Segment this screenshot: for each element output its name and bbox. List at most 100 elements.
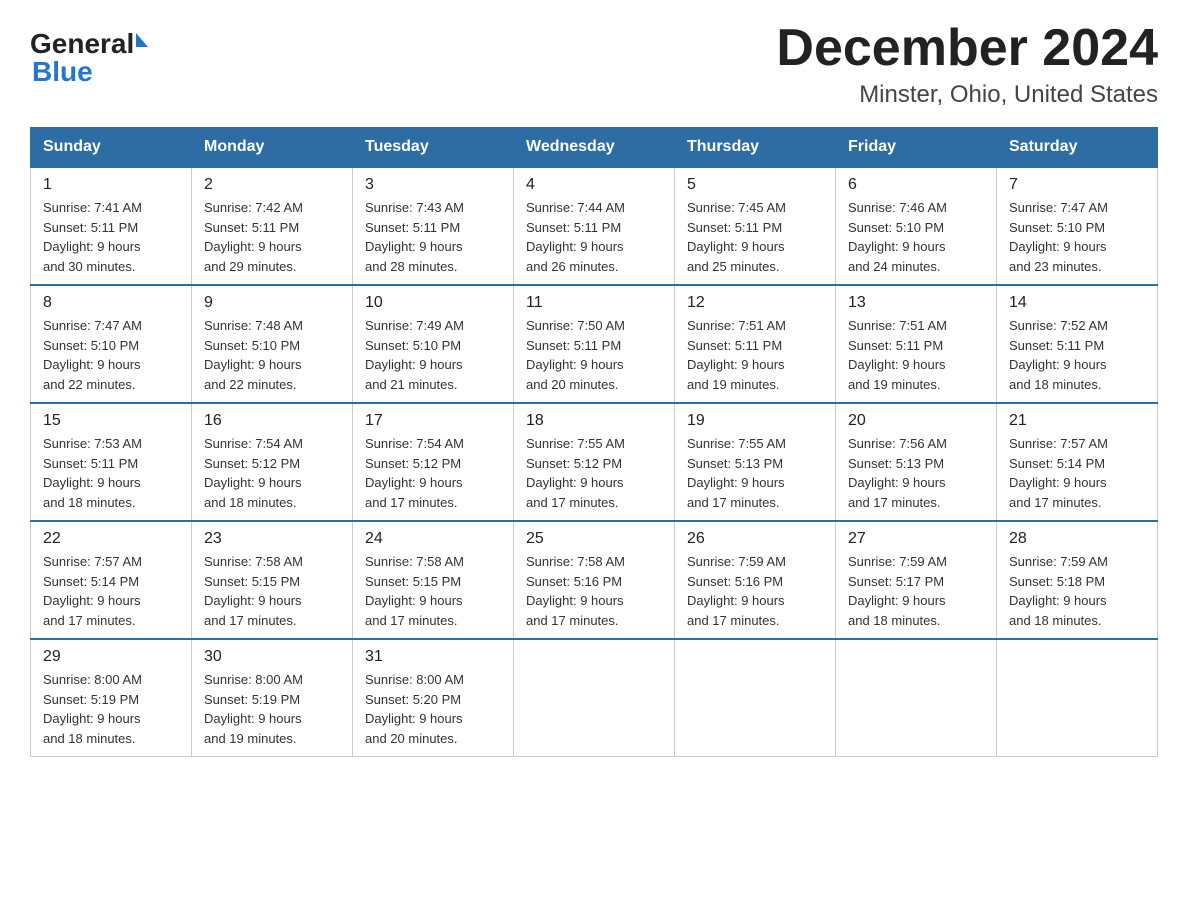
day-info: Sunrise: 7:55 AMSunset: 5:12 PMDaylight:… (526, 434, 662, 512)
table-row: 19Sunrise: 7:55 AMSunset: 5:13 PMDayligh… (675, 403, 836, 521)
calendar-week-row: 8 Sunrise: 7:47 AMSunset: 5:10 PMDaylight… (31, 285, 1158, 403)
table-row: 12 Sunrise: 7:51 AMSunset: 5:11 PMDayligh… (675, 285, 836, 403)
day-number: 24 (365, 530, 501, 548)
day-number: 1 (43, 176, 179, 194)
table-row: 4 Sunrise: 7:44 AMSunset: 5:11 PMDaylight… (514, 167, 675, 285)
day-info: Sunrise: 8:00 AMSunset: 5:19 PMDaylight:… (204, 670, 340, 748)
day-info: Sunrise: 8:00 AMSunset: 5:20 PMDaylight:… (365, 670, 501, 748)
day-number: 16 (204, 412, 340, 430)
day-info: Sunrise: 7:51 AMSunset: 5:11 PMDaylight:… (848, 316, 984, 394)
day-number: 2 (204, 176, 340, 194)
calendar-table: Sunday Monday Tuesday Wednesday Thursday… (30, 127, 1158, 757)
table-row: 6 Sunrise: 7:46 AMSunset: 5:10 PMDaylight… (836, 167, 997, 285)
day-info: Sunrise: 7:49 AMSunset: 5:10 PMDaylight:… (365, 316, 501, 394)
table-row: 27 Sunrise: 7:59 AMSunset: 5:17 PMDayligh… (836, 521, 997, 639)
logo-arrow-icon (136, 33, 148, 47)
day-number: 22 (43, 530, 179, 548)
day-number: 27 (848, 530, 984, 548)
table-row: 15 Sunrise: 7:53 AMSunset: 5:11 PMDayligh… (31, 403, 192, 521)
table-row: 13 Sunrise: 7:51 AMSunset: 5:11 PMDayligh… (836, 285, 997, 403)
day-info: Sunrise: 7:54 AMSunset: 5:12 PMDaylight:… (365, 434, 501, 512)
location-title: Minster, Ohio, United States (776, 81, 1158, 109)
table-row: 18 Sunrise: 7:55 AMSunset: 5:12 PMDayligh… (514, 403, 675, 521)
table-row: 8 Sunrise: 7:47 AMSunset: 5:10 PMDaylight… (31, 285, 192, 403)
table-row: 14Sunrise: 7:52 AMSunset: 5:11 PMDayligh… (997, 285, 1158, 403)
table-row: 16 Sunrise: 7:54 AMSunset: 5:12 PMDayligh… (192, 403, 353, 521)
day-info: Sunrise: 7:43 AMSunset: 5:11 PMDaylight:… (365, 198, 501, 276)
day-number: 15 (43, 412, 179, 430)
table-row: 26Sunrise: 7:59 AMSunset: 5:16 PMDayligh… (675, 521, 836, 639)
day-number: 18 (526, 412, 662, 430)
day-info: Sunrise: 7:47 AMSunset: 5:10 PMDaylight:… (43, 316, 179, 394)
day-info: Sunrise: 7:59 AMSunset: 5:17 PMDaylight:… (848, 552, 984, 630)
day-info: Sunrise: 7:55 AMSunset: 5:13 PMDaylight:… (687, 434, 823, 512)
day-number: 29 (43, 648, 179, 666)
day-number: 9 (204, 294, 340, 312)
day-info: Sunrise: 7:53 AMSunset: 5:11 PMDaylight:… (43, 434, 179, 512)
day-number: 8 (43, 294, 179, 312)
day-info: Sunrise: 7:44 AMSunset: 5:11 PMDaylight:… (526, 198, 662, 276)
day-number: 10 (365, 294, 501, 312)
table-row: 21Sunrise: 7:57 AMSunset: 5:14 PMDayligh… (997, 403, 1158, 521)
calendar-week-row: 15 Sunrise: 7:53 AMSunset: 5:11 PMDayligh… (31, 403, 1158, 521)
day-info: Sunrise: 8:00 AMSunset: 5:19 PMDaylight:… (43, 670, 179, 748)
table-row: 1 Sunrise: 7:41 AMSunset: 5:11 PMDaylight… (31, 167, 192, 285)
page-header: General Blue December 2024 Minster, Ohio… (30, 20, 1158, 109)
day-number: 31 (365, 648, 501, 666)
table-row: 17 Sunrise: 7:54 AMSunset: 5:12 PMDayligh… (353, 403, 514, 521)
day-number: 4 (526, 176, 662, 194)
day-number: 5 (687, 176, 823, 194)
table-row (836, 639, 997, 757)
day-number: 12 (687, 294, 823, 312)
day-info: Sunrise: 7:50 AMSunset: 5:11 PMDaylight:… (526, 316, 662, 394)
table-row (675, 639, 836, 757)
header-thursday: Thursday (675, 128, 836, 168)
day-info: Sunrise: 7:57 AMSunset: 5:14 PMDaylight:… (1009, 434, 1145, 512)
day-info: Sunrise: 7:41 AMSunset: 5:11 PMDaylight:… (43, 198, 179, 276)
table-row: 9 Sunrise: 7:48 AMSunset: 5:10 PMDaylight… (192, 285, 353, 403)
day-number: 11 (526, 294, 662, 312)
day-number: 17 (365, 412, 501, 430)
table-row: 10 Sunrise: 7:49 AMSunset: 5:10 PMDayligh… (353, 285, 514, 403)
day-number: 26 (687, 530, 823, 548)
table-row: 31 Sunrise: 8:00 AMSunset: 5:20 PMDayligh… (353, 639, 514, 757)
table-row: 7 Sunrise: 7:47 AMSunset: 5:10 PMDaylight… (997, 167, 1158, 285)
table-row: 5 Sunrise: 7:45 AMSunset: 5:11 PMDaylight… (675, 167, 836, 285)
table-row: 28 Sunrise: 7:59 AMSunset: 5:18 PMDayligh… (997, 521, 1158, 639)
day-info: Sunrise: 7:56 AMSunset: 5:13 PMDaylight:… (848, 434, 984, 512)
day-number: 13 (848, 294, 984, 312)
day-number: 7 (1009, 176, 1145, 194)
day-number: 28 (1009, 530, 1145, 548)
day-number: 20 (848, 412, 984, 430)
table-row (997, 639, 1158, 757)
day-info: Sunrise: 7:58 AMSunset: 5:15 PMDaylight:… (204, 552, 340, 630)
calendar-week-row: 1 Sunrise: 7:41 AMSunset: 5:11 PMDaylight… (31, 167, 1158, 285)
day-number: 3 (365, 176, 501, 194)
day-number: 23 (204, 530, 340, 548)
day-info: Sunrise: 7:46 AMSunset: 5:10 PMDaylight:… (848, 198, 984, 276)
calendar-header-row: Sunday Monday Tuesday Wednesday Thursday… (31, 128, 1158, 168)
table-row: 24Sunrise: 7:58 AMSunset: 5:15 PMDayligh… (353, 521, 514, 639)
day-info: Sunrise: 7:54 AMSunset: 5:12 PMDaylight:… (204, 434, 340, 512)
logo-blue: Blue (32, 56, 93, 88)
table-row: 20 Sunrise: 7:56 AMSunset: 5:13 PMDayligh… (836, 403, 997, 521)
table-row: 29 Sunrise: 8:00 AMSunset: 5:19 PMDayligh… (31, 639, 192, 757)
header-wednesday: Wednesday (514, 128, 675, 168)
day-info: Sunrise: 7:59 AMSunset: 5:18 PMDaylight:… (1009, 552, 1145, 630)
day-info: Sunrise: 7:42 AMSunset: 5:11 PMDaylight:… (204, 198, 340, 276)
table-row: 25Sunrise: 7:58 AMSunset: 5:16 PMDayligh… (514, 521, 675, 639)
header-monday: Monday (192, 128, 353, 168)
day-info: Sunrise: 7:48 AMSunset: 5:10 PMDaylight:… (204, 316, 340, 394)
table-row (514, 639, 675, 757)
day-number: 6 (848, 176, 984, 194)
day-info: Sunrise: 7:51 AMSunset: 5:11 PMDaylight:… (687, 316, 823, 394)
day-info: Sunrise: 7:57 AMSunset: 5:14 PMDaylight:… (43, 552, 179, 630)
header-tuesday: Tuesday (353, 128, 514, 168)
title-area: December 2024 Minster, Ohio, United Stat… (776, 20, 1158, 109)
day-info: Sunrise: 7:47 AMSunset: 5:10 PMDaylight:… (1009, 198, 1145, 276)
table-row: 23 Sunrise: 7:58 AMSunset: 5:15 PMDayligh… (192, 521, 353, 639)
day-info: Sunrise: 7:45 AMSunset: 5:11 PMDaylight:… (687, 198, 823, 276)
logo: General Blue (30, 28, 148, 88)
day-number: 14 (1009, 294, 1145, 312)
calendar-week-row: 22 Sunrise: 7:57 AMSunset: 5:14 PMDayligh… (31, 521, 1158, 639)
